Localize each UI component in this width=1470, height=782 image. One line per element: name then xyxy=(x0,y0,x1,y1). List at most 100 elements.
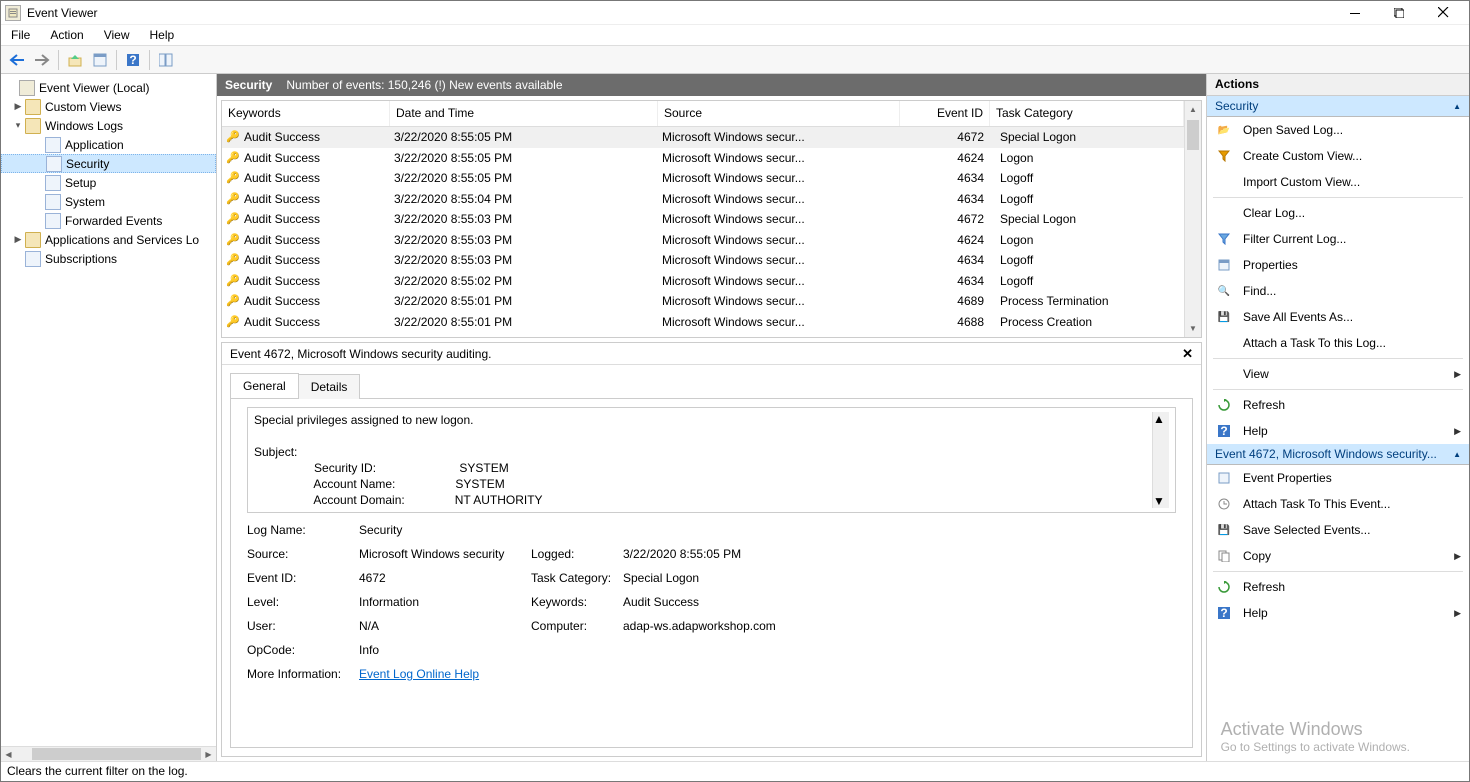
action-find[interactable]: 🔍Find... xyxy=(1207,278,1469,304)
maximize-button[interactable] xyxy=(1377,1,1421,24)
col-source[interactable]: Source xyxy=(658,101,900,126)
cell-eventid: 4672 xyxy=(904,130,994,144)
action-help-2[interactable]: ?Help▶ xyxy=(1207,600,1469,626)
action-attach-task[interactable]: Attach a Task To this Log... xyxy=(1207,330,1469,356)
event-row[interactable]: 🔑Audit Success3/22/2020 8:55:02 PMMicros… xyxy=(222,271,1184,292)
action-save-all[interactable]: 💾Save All Events As... xyxy=(1207,304,1469,330)
lbl-computer: Computer: xyxy=(531,619,623,633)
tree-subscriptions[interactable]: Subscriptions xyxy=(1,249,216,268)
tab-details[interactable]: Details xyxy=(298,374,361,399)
tree-custom-views[interactable]: ▶Custom Views xyxy=(1,97,216,116)
event-row[interactable]: 🔑Audit Success3/22/2020 8:55:05 PMMicros… xyxy=(222,127,1184,148)
detail-pane: Event 4672, Microsoft Windows security a… xyxy=(221,342,1202,757)
cell-task: Logoff xyxy=(994,171,1184,185)
event-row[interactable]: 🔑Audit Success3/22/2020 8:55:05 PMMicros… xyxy=(222,168,1184,189)
show-button[interactable] xyxy=(154,48,178,72)
col-eventid[interactable]: Event ID xyxy=(900,101,990,126)
cell-eventid: 4634 xyxy=(904,274,994,288)
tree-label: Custom Views xyxy=(45,100,121,114)
cell-source: Microsoft Windows secur... xyxy=(662,192,904,206)
event-row[interactable]: 🔑Audit Success3/22/2020 8:55:03 PMMicros… xyxy=(222,209,1184,230)
lbl-level: Level: xyxy=(247,595,359,609)
cell-source: Microsoft Windows secur... xyxy=(662,253,904,267)
action-refresh-2[interactable]: Refresh xyxy=(1207,574,1469,600)
cell-task: Logoff xyxy=(994,192,1184,206)
tree-h-scrollbar[interactable]: ◀▶ xyxy=(1,746,216,761)
menu-action[interactable]: Action xyxy=(40,25,93,45)
cell-task: Special Logon xyxy=(994,212,1184,226)
status-bar: Clears the current filter on the log. xyxy=(1,761,1469,781)
forward-button[interactable] xyxy=(30,48,54,72)
col-keywords[interactable]: Keywords xyxy=(222,101,390,126)
cell-task: Logon xyxy=(994,151,1184,165)
action-import-custom-view[interactable]: Import Custom View... xyxy=(1207,169,1469,195)
key-icon: 🔑 xyxy=(226,130,240,144)
tree-application[interactable]: Application xyxy=(1,135,216,154)
tree-label: Security xyxy=(66,157,109,171)
event-row[interactable]: 🔑Audit Success3/22/2020 8:55:01 PMMicros… xyxy=(222,312,1184,333)
action-refresh[interactable]: Refresh xyxy=(1207,392,1469,418)
cell-task: Special Logon xyxy=(994,130,1184,144)
center-header: Security Number of events: 150,246 (!) N… xyxy=(217,74,1206,96)
event-row[interactable]: 🔑Audit Success3/22/2020 8:55:01 PMMicros… xyxy=(222,291,1184,312)
tree-windows-logs[interactable]: ▾Windows Logs xyxy=(1,116,216,135)
menu-view[interactable]: View xyxy=(94,25,140,45)
refresh-icon xyxy=(1215,579,1233,595)
up-button[interactable] xyxy=(63,48,87,72)
action-clear-log[interactable]: Clear Log... xyxy=(1207,200,1469,226)
action-event-properties[interactable]: Event Properties xyxy=(1207,465,1469,491)
toolbar-separator xyxy=(58,50,59,70)
app-icon xyxy=(5,5,21,21)
action-view[interactable]: View▶ xyxy=(1207,361,1469,387)
back-button[interactable] xyxy=(5,48,29,72)
action-create-custom-view[interactable]: Create Custom View... xyxy=(1207,143,1469,169)
menu-file[interactable]: File xyxy=(1,25,40,45)
actions-group-security[interactable]: Security▲ xyxy=(1207,96,1469,117)
event-row[interactable]: 🔑Audit Success3/22/2020 8:55:03 PMMicros… xyxy=(222,230,1184,251)
action-open-saved-log[interactable]: 📂Open Saved Log... xyxy=(1207,117,1469,143)
properties-button[interactable] xyxy=(88,48,112,72)
action-save-selected[interactable]: 💾Save Selected Events... xyxy=(1207,517,1469,543)
event-row[interactable]: 🔑Audit Success3/22/2020 8:55:03 PMMicros… xyxy=(222,250,1184,271)
tree-forwarded[interactable]: Forwarded Events xyxy=(1,211,216,230)
action-help[interactable]: ?Help▶ xyxy=(1207,418,1469,444)
svg-text:?: ? xyxy=(1220,425,1227,437)
cell-keywords: Audit Success xyxy=(244,274,320,288)
event-row[interactable]: 🔑Audit Success3/22/2020 8:55:05 PMMicros… xyxy=(222,148,1184,169)
task-icon xyxy=(1215,496,1233,512)
cell-source: Microsoft Windows secur... xyxy=(662,294,904,308)
detail-header: Event 4672, Microsoft Windows security a… xyxy=(230,347,491,361)
action-copy[interactable]: Copy▶ xyxy=(1207,543,1469,569)
event-row[interactable]: 🔑Audit Success3/22/2020 8:55:04 PMMicros… xyxy=(222,189,1184,210)
event-v-scrollbar[interactable]: ▲▼ xyxy=(1184,101,1201,337)
tree-security[interactable]: Security xyxy=(1,154,216,173)
menu-help[interactable]: Help xyxy=(140,25,185,45)
cell-eventid: 4624 xyxy=(904,151,994,165)
val-logname: Security xyxy=(359,523,531,537)
tree-label: Forwarded Events xyxy=(65,214,162,228)
action-properties[interactable]: Properties xyxy=(1207,252,1469,278)
key-icon: 🔑 xyxy=(226,233,240,247)
divider xyxy=(1213,571,1463,572)
tree-root[interactable]: Event Viewer (Local) xyxy=(1,78,216,97)
action-attach-task-event[interactable]: Attach Task To This Event... xyxy=(1207,491,1469,517)
actions-group-event[interactable]: Event 4672, Microsoft Windows security..… xyxy=(1207,444,1469,465)
link-online-help[interactable]: Event Log Online Help xyxy=(359,667,479,681)
refresh-icon xyxy=(1215,397,1233,413)
action-filter-log[interactable]: Filter Current Log... xyxy=(1207,226,1469,252)
help-button[interactable]: ? xyxy=(121,48,145,72)
desc-v-scrollbar[interactable]: ▲▼ xyxy=(1152,412,1169,508)
col-task[interactable]: Task Category xyxy=(990,101,1184,126)
cell-eventid: 4634 xyxy=(904,192,994,206)
tree-system[interactable]: System xyxy=(1,192,216,211)
close-button[interactable] xyxy=(1421,1,1465,24)
col-datetime[interactable]: Date and Time xyxy=(390,101,658,126)
minimize-button[interactable] xyxy=(1333,1,1377,24)
tree-setup[interactable]: Setup xyxy=(1,173,216,192)
tab-general[interactable]: General xyxy=(230,373,299,398)
detail-close[interactable]: ✕ xyxy=(1182,346,1193,362)
cell-task: Process Creation xyxy=(994,315,1184,329)
cell-task: Logoff xyxy=(994,274,1184,288)
cell-keywords: Audit Success xyxy=(244,171,320,185)
tree-apps-services[interactable]: ▶Applications and Services Lo xyxy=(1,230,216,249)
